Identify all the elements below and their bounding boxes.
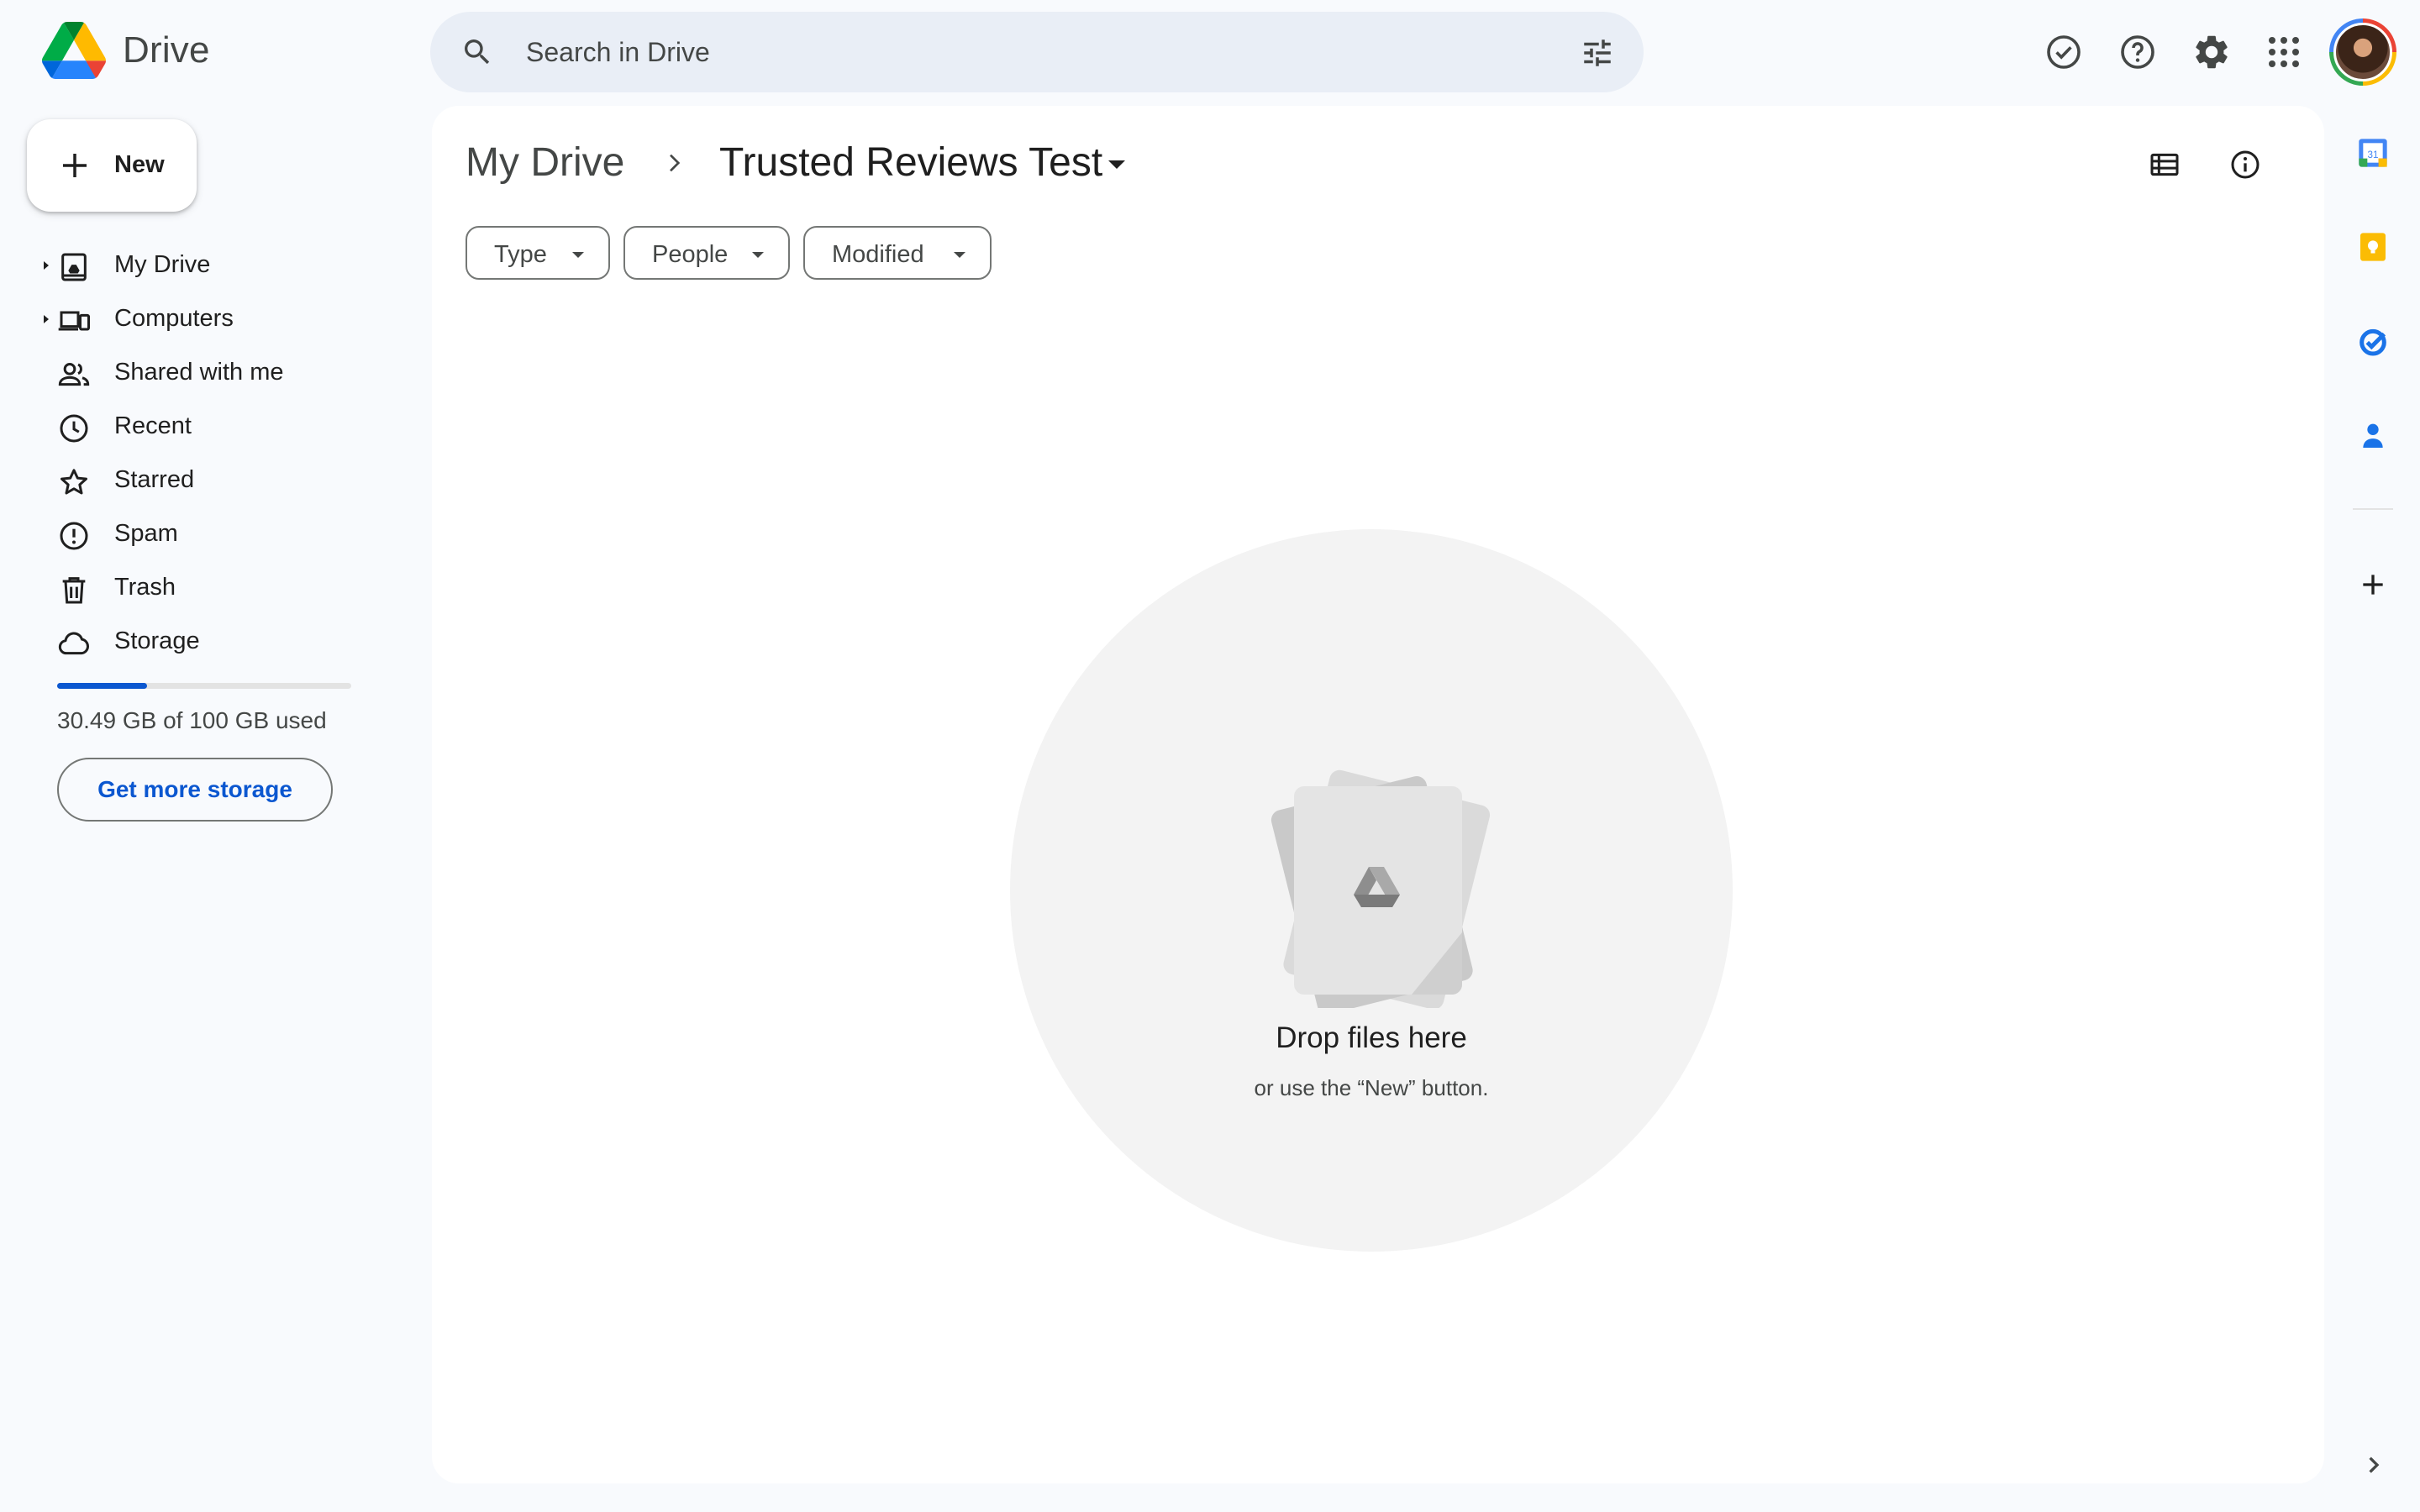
account-avatar[interactable]: [2329, 18, 2396, 86]
arrow-drop-down-icon: [571, 251, 585, 259]
tune-icon[interactable]: [1580, 35, 1615, 71]
breadcrumb-root[interactable]: My Drive: [466, 139, 624, 186]
my-drive-icon: [57, 250, 91, 284]
shared-people-icon: [57, 358, 91, 391]
add-addon-icon[interactable]: [2356, 568, 2390, 601]
search-icon[interactable]: [460, 35, 494, 69]
sidebar-item-label: Trash: [114, 574, 176, 601]
sidebar-item-recent[interactable]: Recent: [0, 400, 420, 454]
sidebar-item-storage[interactable]: Storage: [0, 615, 420, 669]
arrow-drop-down-icon: [751, 251, 765, 259]
main-content: My Drive Trusted Reviews Test Type Peopl…: [432, 106, 2324, 1483]
arrow-drop-down-icon[interactable]: [1107, 160, 1126, 170]
sidebar-item-label: Shared with me: [114, 359, 284, 386]
new-button-label: New: [114, 151, 165, 178]
drive-logo[interactable]: Drive: [42, 22, 210, 79]
star-icon: [57, 465, 91, 499]
sidebar-item-spam[interactable]: Spam: [0, 507, 420, 561]
empty-state-title: Drop files here: [1276, 1021, 1467, 1054]
storage-usage-fill: [57, 683, 147, 689]
help-icon[interactable]: [2118, 32, 2158, 72]
sidebar-item-label: Computers: [114, 305, 234, 332]
sidebar-item-label: Recent: [114, 412, 192, 439]
sidebar-item-my-drive[interactable]: My Drive: [0, 239, 420, 292]
sidebar-item-starred[interactable]: Starred: [0, 454, 420, 507]
app-name: Drive: [123, 29, 210, 71]
apps-grid-icon[interactable]: [2264, 32, 2304, 72]
sidebar-item-shared-with-me[interactable]: Shared with me: [0, 346, 420, 400]
filter-chip-label: Type: [494, 241, 547, 268]
cloud-icon: [57, 627, 91, 660]
settings-icon[interactable]: [2191, 32, 2232, 72]
filter-chip-type[interactable]: Type: [466, 226, 610, 280]
search-bar[interactable]: Search in Drive: [430, 12, 1644, 92]
keep-icon[interactable]: [2356, 230, 2390, 264]
expand-caret-icon[interactable]: [42, 314, 50, 324]
empty-state-subtitle: or use the “New” button.: [1254, 1075, 1489, 1100]
sidebar-item-label: Spam: [114, 520, 178, 547]
rail-divider: [2353, 508, 2393, 510]
sidebar-item-computers[interactable]: Computers: [0, 292, 420, 346]
filter-chip-people[interactable]: People: [623, 226, 790, 280]
chevron-right-icon: [660, 150, 687, 176]
sidebar-item-trash[interactable]: Trash: [0, 561, 420, 615]
expand-caret-icon[interactable]: [42, 260, 50, 270]
sidebar-item-label: Storage: [114, 627, 200, 654]
arrow-drop-down-icon: [953, 251, 966, 259]
spam-icon: [57, 519, 91, 553]
clock-icon: [57, 412, 91, 445]
filter-chip-label: People: [652, 241, 729, 268]
ready-for-offline-icon[interactable]: [2044, 32, 2084, 72]
contacts-icon[interactable]: [2356, 418, 2390, 452]
search-input[interactable]: Search in Drive: [526, 37, 710, 68]
avatar-photo: [2333, 23, 2392, 81]
expand-panel-icon[interactable]: [2356, 1448, 2390, 1482]
tasks-icon[interactable]: [2356, 324, 2390, 358]
svg-text:31: 31: [2368, 150, 2379, 160]
filter-chip-label: Modified: [832, 241, 924, 268]
new-button[interactable]: New: [27, 119, 197, 212]
get-more-storage-button[interactable]: Get more storage: [57, 758, 333, 822]
list-view-icon[interactable]: [2148, 148, 2181, 181]
breadcrumb-current-folder[interactable]: Trusted Reviews Test: [719, 139, 1102, 186]
storage-usage-text: 30.49 GB of 100 GB used: [57, 707, 327, 733]
calendar-icon[interactable]: 31: [2356, 136, 2390, 170]
plus-icon: [57, 148, 92, 183]
storage-usage-bar: [57, 683, 351, 689]
sidebar-item-label: Starred: [114, 466, 195, 493]
info-icon[interactable]: [2228, 148, 2262, 181]
sidebar-item-label: My Drive: [114, 251, 211, 278]
computers-icon: [57, 304, 91, 338]
trash-icon: [57, 573, 91, 606]
empty-folder-illustration: [1247, 756, 1491, 1008]
filter-chip-modified[interactable]: Modified: [803, 226, 992, 280]
google-drive-logo-icon: [42, 22, 106, 79]
